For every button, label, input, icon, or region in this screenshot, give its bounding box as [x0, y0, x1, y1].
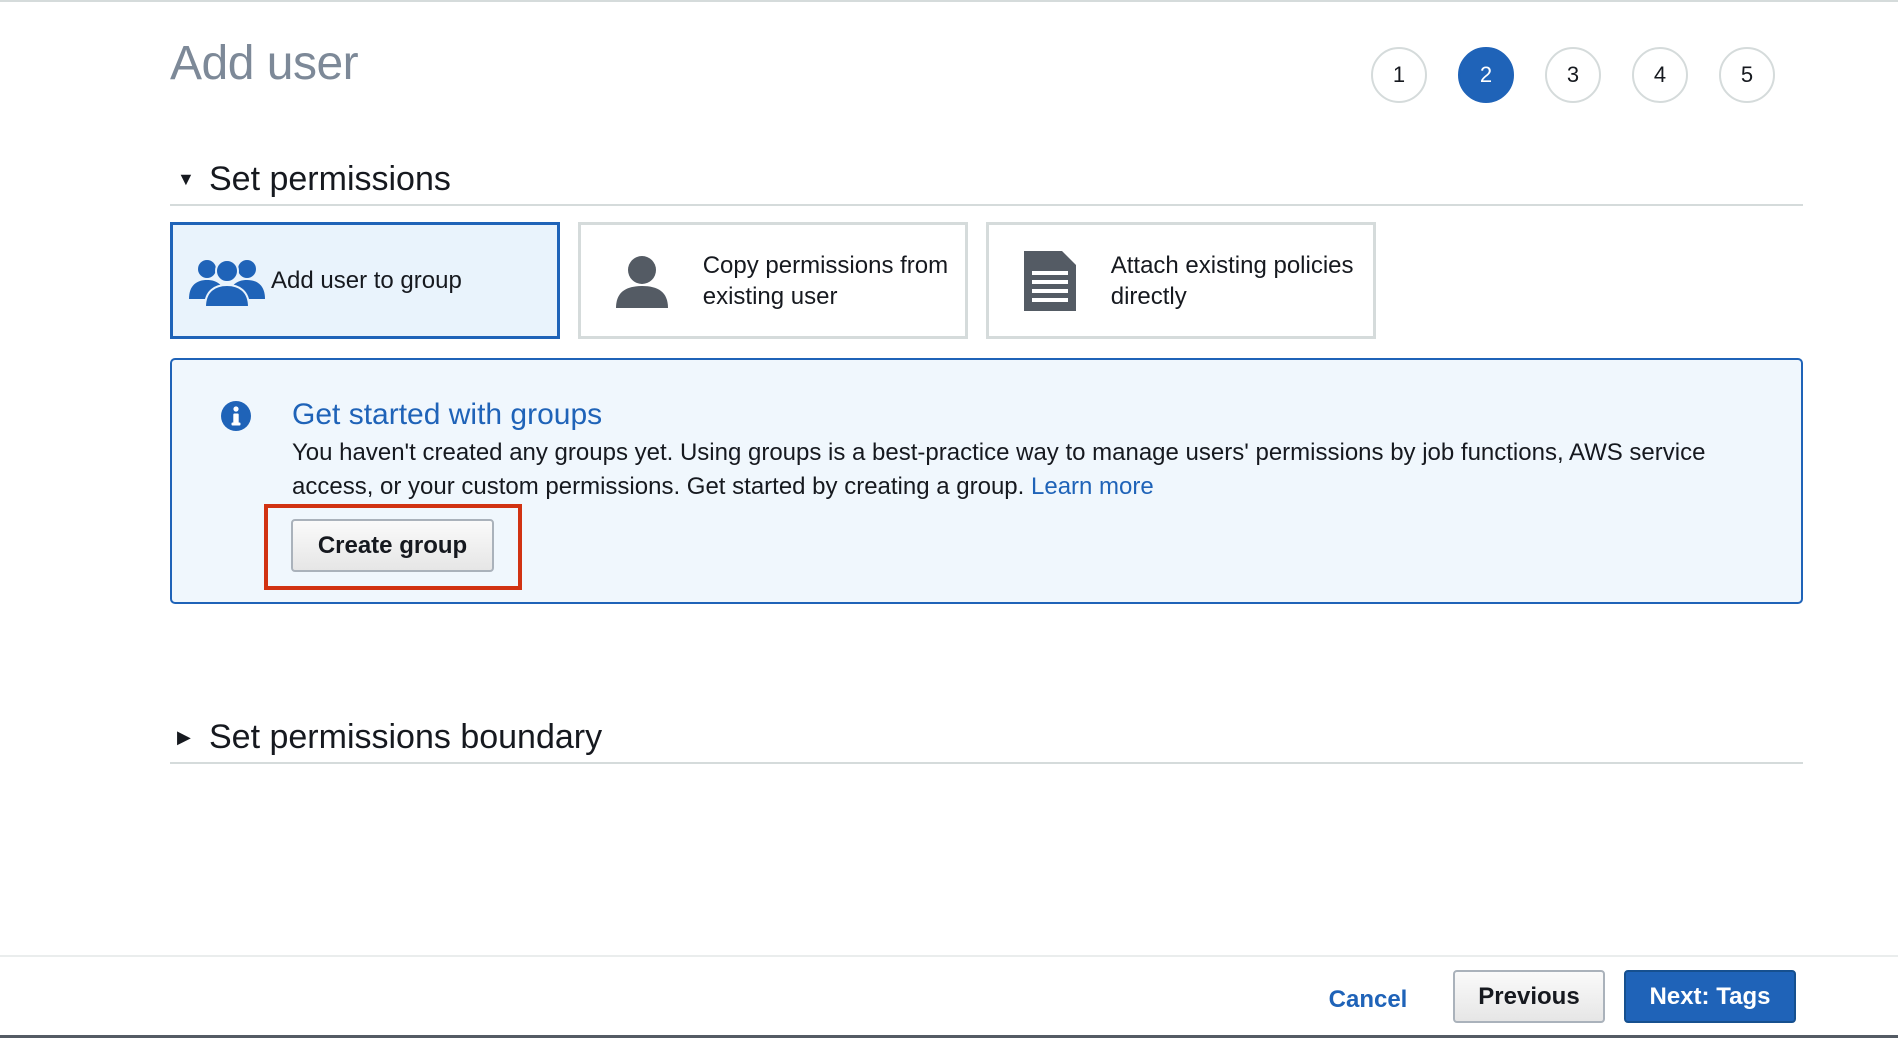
set-permissions-title: Set permissions: [209, 159, 451, 198]
wizard-steps: 1 2 3 4 5: [1371, 47, 1775, 103]
cancel-button[interactable]: Cancel: [1318, 980, 1418, 1020]
next-tags-button[interactable]: Next: Tags: [1624, 970, 1796, 1023]
option-label: Attach existing policies directly: [1110, 251, 1354, 310]
info-icon: [220, 400, 252, 437]
step-4[interactable]: 4: [1632, 47, 1688, 103]
previous-button[interactable]: Previous: [1453, 970, 1605, 1023]
top-divider: [0, 0, 1898, 2]
step-2-active[interactable]: 2: [1458, 47, 1514, 103]
caret-right-icon: ▶: [177, 726, 191, 747]
page-title: Add user: [170, 37, 359, 90]
caret-down-icon: ▼: [177, 168, 195, 189]
step-3[interactable]: 3: [1545, 47, 1601, 103]
info-body: You haven't created any groups yet. Usin…: [292, 439, 1706, 500]
user-icon: [603, 251, 681, 311]
set-permissions-header[interactable]: ▼ Set permissions: [170, 154, 1803, 206]
option-add-user-to-group[interactable]: Add user to group: [170, 222, 560, 339]
highlight-annotation: [264, 504, 522, 590]
info-title: Get started with groups: [292, 398, 603, 431]
option-label: Copy permissions from existing user: [702, 251, 949, 310]
step-1[interactable]: 1: [1371, 47, 1427, 103]
document-icon: [1011, 250, 1089, 311]
info-text: You haven't created any groups yet. Usin…: [292, 436, 1742, 504]
set-permissions-boundary-header[interactable]: ▶ Set permissions boundary: [170, 712, 1803, 764]
option-label: Add user to group: [271, 267, 462, 294]
learn-more-link[interactable]: Learn more: [1031, 473, 1154, 500]
option-attach-policies[interactable]: Attach existing policies directly: [986, 222, 1376, 339]
option-copy-permissions[interactable]: Copy permissions from existing user: [578, 222, 968, 339]
set-permissions-boundary-title: Set permissions boundary: [209, 717, 603, 756]
footer-divider: [0, 955, 1898, 957]
step-5[interactable]: 5: [1719, 47, 1775, 103]
users-group-icon: [187, 251, 267, 311]
